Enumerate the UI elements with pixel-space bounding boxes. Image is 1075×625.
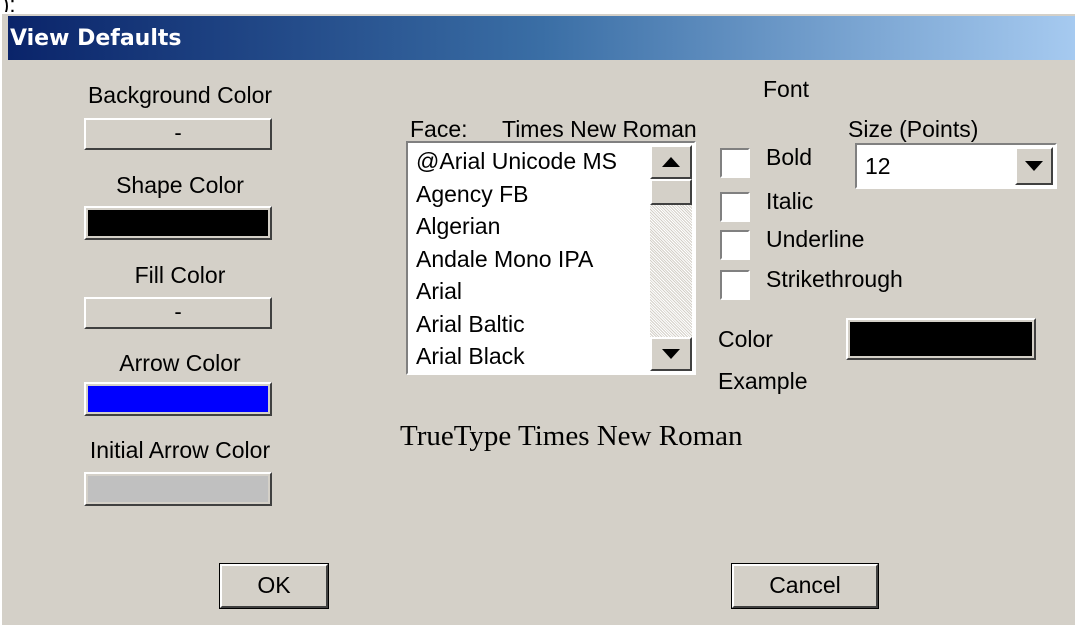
font-color-label: Color xyxy=(718,326,773,352)
scroll-down-button[interactable] xyxy=(650,337,692,371)
strikethrough-checkbox[interactable] xyxy=(720,270,750,300)
shape-color-swatch xyxy=(88,210,268,236)
size-label: Size (Points) xyxy=(848,116,979,142)
font-face-item[interactable]: Arial Baltic xyxy=(416,308,652,341)
initial-arrow-color-swatch xyxy=(88,476,268,502)
font-face-listbox[interactable]: @Arial Unicode MS Agency FB Algerian And… xyxy=(406,141,696,375)
underline-label: Underline xyxy=(766,226,865,252)
scroll-thumb[interactable] xyxy=(650,179,692,205)
font-face-items: @Arial Unicode MS Agency FB Algerian And… xyxy=(416,145,652,373)
fill-color-button[interactable]: - xyxy=(84,297,272,329)
shape-color-button[interactable] xyxy=(84,206,272,240)
arrow-color-label: Arrow Color xyxy=(119,350,241,376)
shape-color-label: Shape Color xyxy=(116,172,244,198)
window-title: View Defaults xyxy=(10,26,182,51)
font-face-item[interactable]: @Arial Unicode MS xyxy=(416,145,652,178)
background-color-label: Background Color xyxy=(87,82,273,108)
face-value: Times New Roman xyxy=(502,116,697,142)
initial-arrow-color-button[interactable] xyxy=(84,472,272,506)
font-heading: Font xyxy=(763,76,810,102)
font-size-value: 12 xyxy=(865,153,891,179)
chevron-down-icon xyxy=(1025,161,1043,171)
font-face-item[interactable]: Agency FB xyxy=(416,178,652,211)
font-size-combobox[interactable]: 12 xyxy=(855,143,1057,189)
background-color-button[interactable]: - xyxy=(84,118,272,150)
font-face-item[interactable]: Andale Mono IPA xyxy=(416,243,652,276)
arrow-color-button[interactable] xyxy=(84,382,272,416)
font-example-preview: TrueType Times New Roman xyxy=(400,420,743,452)
cancel-button[interactable]: Cancel xyxy=(731,563,879,609)
font-color-swatch xyxy=(850,322,1032,356)
arrow-color-swatch xyxy=(88,386,268,412)
face-label: Face: xyxy=(410,116,468,142)
arrow-up-icon xyxy=(662,157,680,167)
italic-checkbox[interactable] xyxy=(720,192,750,222)
font-size-dropdown-button[interactable] xyxy=(1015,147,1053,185)
bold-label: Bold xyxy=(766,144,813,170)
font-face-item[interactable]: Arial xyxy=(416,275,652,308)
font-list-scrollbar[interactable] xyxy=(650,145,692,371)
ok-button[interactable]: OK xyxy=(219,563,329,609)
title-bar[interactable]: View Defaults xyxy=(8,16,1075,60)
scroll-up-button[interactable] xyxy=(650,145,692,179)
example-label: Example xyxy=(718,368,808,394)
underline-checkbox[interactable] xyxy=(720,230,750,260)
font-color-button[interactable] xyxy=(846,318,1036,360)
font-face-item[interactable]: Arial Black xyxy=(416,340,652,373)
fill-color-label: Fill Color xyxy=(134,262,226,288)
initial-arrow-color-label: Initial Arrow Color xyxy=(89,437,271,463)
bold-checkbox[interactable] xyxy=(720,148,750,178)
italic-label: Italic xyxy=(766,188,814,214)
arrow-down-icon xyxy=(662,349,680,359)
strikethrough-label: Strikethrough xyxy=(766,266,903,292)
font-face-item[interactable]: Algerian xyxy=(416,210,652,243)
